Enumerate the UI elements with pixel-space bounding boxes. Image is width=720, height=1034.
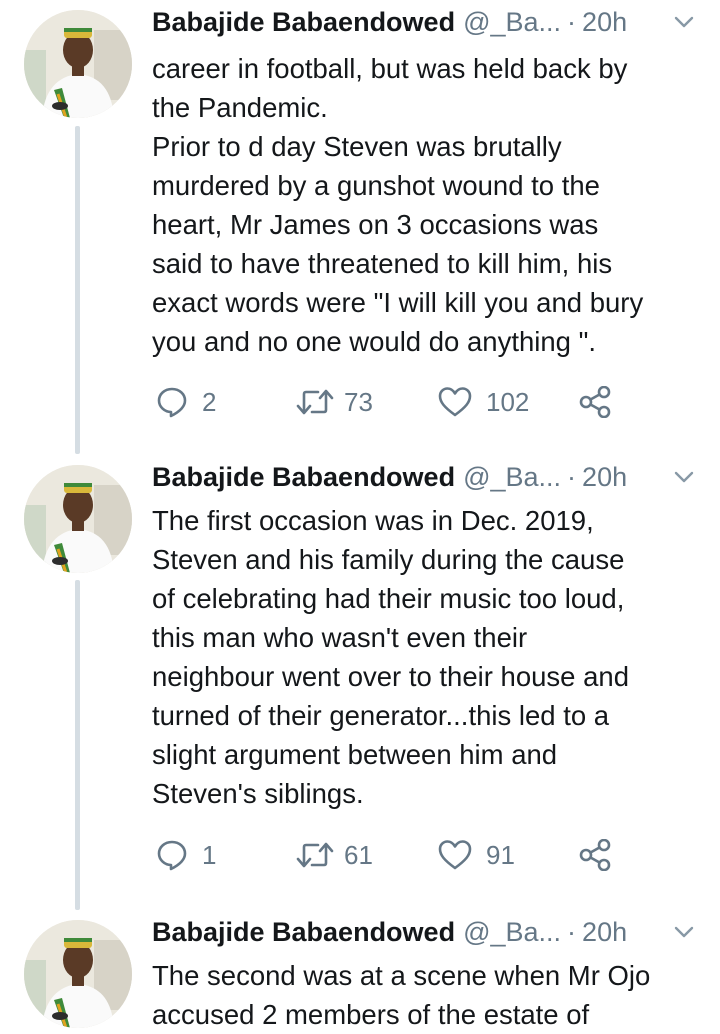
retweet-count: 73 <box>344 386 373 417</box>
share-icon <box>579 386 611 418</box>
chevron-down-icon[interactable] <box>672 469 696 485</box>
share-button[interactable] <box>578 382 612 422</box>
tweet-header: Babajide Babaendowed @_Ba... · 20h <box>152 912 702 952</box>
reply-button[interactable]: 1 <box>156 835 216 875</box>
tweet[interactable]: Babajide Babaendowed @_Ba... · 20h The s… <box>0 910 720 1034</box>
avatar-image <box>24 465 132 573</box>
reply-icon <box>157 387 187 418</box>
tweet-text: career in football, but was held back by… <box>152 53 644 357</box>
avatar[interactable] <box>24 920 132 1028</box>
like-count: 91 <box>486 839 515 870</box>
tweet-text: The first occasion was in Dec. 2019, Ste… <box>152 505 629 809</box>
like-count: 102 <box>486 386 530 417</box>
like-button[interactable]: 102 <box>438 382 529 422</box>
reply-icon <box>157 840 187 871</box>
separator-dot: · <box>567 6 577 37</box>
like-icon <box>438 387 472 417</box>
author-name[interactable]: Babajide Babaendowed <box>152 7 455 38</box>
author-handle[interactable]: @_Ba... <box>463 917 561 948</box>
avatar[interactable] <box>24 10 132 118</box>
author-handle[interactable]: @_Ba... <box>463 462 561 493</box>
like-icon <box>438 840 472 870</box>
share-icon <box>579 839 611 871</box>
tweet-thread: Babajide Babaendowed @_Ba... · 20h caree… <box>0 0 720 1034</box>
tweet-timestamp[interactable]: 20h <box>582 7 627 38</box>
author-name[interactable]: Babajide Babaendowed <box>152 462 455 493</box>
tweet[interactable]: Babajide Babaendowed @_Ba... · 20h caree… <box>0 0 720 450</box>
reply-count: 1 <box>202 839 217 870</box>
tweet-text: The second was at a scene when Mr Ojo ac… <box>152 960 651 1030</box>
tweet-timestamp[interactable]: 20h <box>582 917 627 948</box>
separator-dot: · <box>567 461 577 492</box>
reply-button[interactable]: 2 <box>156 382 216 422</box>
chevron-down-icon[interactable] <box>672 14 696 30</box>
tweet-timestamp[interactable]: 20h <box>582 462 627 493</box>
author-name[interactable]: Babajide Babaendowed <box>152 917 455 948</box>
share-button[interactable] <box>578 835 612 875</box>
retweet-icon <box>296 842 334 868</box>
tweet-actions: 1 61 91 <box>152 835 672 875</box>
tweet-header: Babajide Babaendowed @_Ba... · 20h <box>152 457 702 497</box>
retweet-icon <box>296 389 334 415</box>
author-handle[interactable]: @_Ba... <box>463 7 561 38</box>
tweet[interactable]: Babajide Babaendowed @_Ba... · 20h The f… <box>0 455 720 905</box>
tweet-actions: 2 73 102 <box>152 382 672 422</box>
retweet-button[interactable]: 73 <box>296 382 373 422</box>
retweet-button[interactable]: 61 <box>296 835 373 875</box>
retweet-count: 61 <box>344 839 373 870</box>
avatar[interactable] <box>24 465 132 573</box>
reply-count: 2 <box>202 386 217 417</box>
tweet-header: Babajide Babaendowed @_Ba... · 20h <box>152 2 702 42</box>
chevron-down-icon[interactable] <box>672 924 696 940</box>
separator-dot: · <box>567 916 577 947</box>
avatar-image <box>24 920 132 1028</box>
like-button[interactable]: 91 <box>438 835 515 875</box>
avatar-image <box>24 10 132 118</box>
